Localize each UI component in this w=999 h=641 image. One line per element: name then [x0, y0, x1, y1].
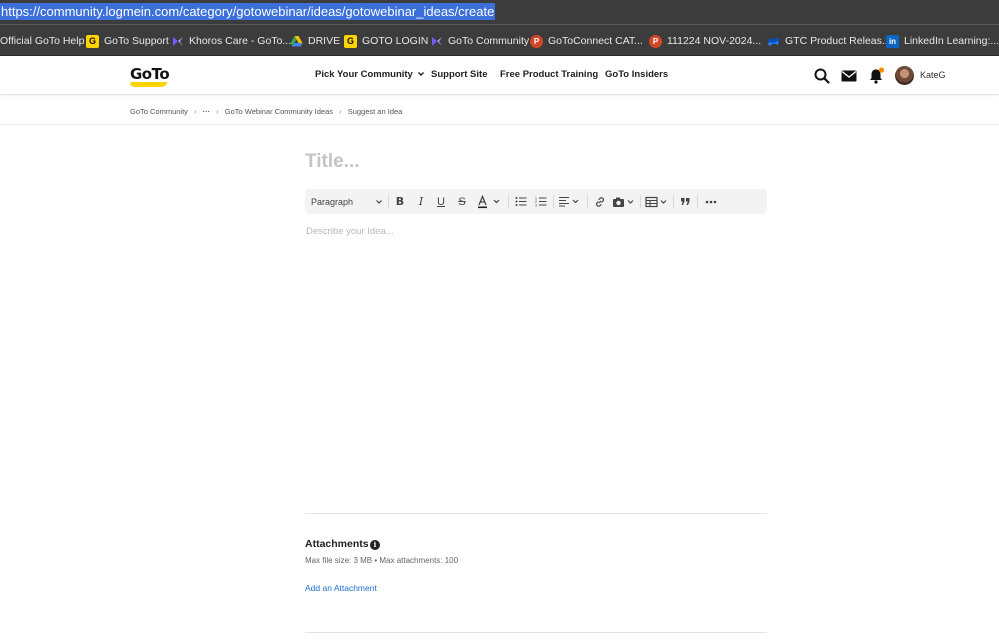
toolbar-separator: [673, 195, 674, 208]
underline-icon[interactable]: U: [434, 189, 448, 214]
bookmark-label: 111224 NOV-2024...: [667, 35, 762, 47]
goto-logo[interactable]: GoTo: [130, 65, 170, 83]
bookmark-khoros-care[interactable]: Khoros Care - GoTo...: [171, 32, 291, 50]
bookmark-drive[interactable]: DRIVE: [290, 32, 340, 50]
bookmark-gotoconnect-cat[interactable]: P GoToConnect CAT...: [530, 32, 643, 50]
bookmarks-bar: Official GoTo Help G GoTo Support Khoros…: [0, 25, 999, 56]
address-bar[interactable]: https://community.logmein.com/category/g…: [0, 0, 999, 25]
toolbar-separator: [697, 195, 698, 208]
bookmark-label: LinkedIn Learning:...: [904, 35, 999, 47]
svg-text:3: 3: [535, 204, 537, 208]
editor-bottom-divider: [305, 513, 767, 514]
site-header: GoTo Pick Your Community Support Site Fr…: [0, 56, 999, 95]
attachments-limits: Max file size: 3 MB • Max attachments: 1…: [305, 556, 459, 565]
bookmark-goto-support[interactable]: G GoTo Support: [86, 32, 169, 50]
url-text[interactable]: https://community.logmein.com/category/g…: [0, 3, 496, 20]
italic-icon[interactable]: I: [414, 189, 428, 214]
toolbar-separator: [587, 195, 588, 208]
bookmark-111224-nov[interactable]: P 111224 NOV-2024...: [649, 32, 761, 50]
nav-support-site[interactable]: Support Site: [431, 69, 487, 80]
text-color-icon[interactable]: [475, 189, 503, 214]
toolbar-separator: [508, 195, 509, 208]
more-options-icon[interactable]: [703, 189, 718, 214]
bookmark-label: GTC Product Releas...: [785, 35, 891, 47]
linkedin-icon: in: [886, 34, 899, 48]
bookmark-label: Official GoTo Help: [0, 35, 85, 47]
mail-icon[interactable]: [840, 67, 858, 85]
quote-icon[interactable]: [678, 189, 692, 214]
insert-image-icon[interactable]: [611, 189, 637, 214]
breadcrumb-more[interactable]: ···: [203, 107, 211, 116]
bookmark-label: GoTo Support: [104, 35, 169, 47]
powerpoint-icon: P: [649, 34, 662, 48]
chevron-right-icon: ›: [339, 106, 342, 116]
bookmark-official-goto-help[interactable]: Official GoTo Help: [0, 32, 84, 50]
bookmark-label: GoToConnect CAT...: [548, 35, 643, 47]
paragraph-style-label: Paragraph: [311, 196, 354, 207]
breadcrumb: GoTo Community › ··· › GoTo Webinar Comm…: [130, 105, 402, 117]
align-icon[interactable]: [557, 189, 583, 214]
bookmark-gtc-product-releases[interactable]: GTC Product Releas...: [767, 32, 891, 50]
paragraph-style-select[interactable]: Paragraph: [311, 189, 383, 214]
confluence-icon: [767, 35, 780, 48]
add-attachment-link[interactable]: Add an Attachment: [305, 583, 377, 593]
strikethrough-icon[interactable]: S: [455, 189, 469, 214]
bookmark-linkedin-learning[interactable]: in LinkedIn Learning:...: [886, 32, 999, 50]
nav-pick-your-community[interactable]: Pick Your Community: [315, 69, 425, 80]
khoros-icon: [171, 35, 184, 48]
idea-body-editor[interactable]: Describe your Idea...: [306, 226, 394, 237]
toolbar-separator: [640, 195, 641, 208]
goto-g-icon: G: [344, 34, 357, 48]
info-icon[interactable]: i: [370, 540, 380, 550]
chevron-down-icon: [418, 72, 425, 76]
chevron-down-icon: [376, 199, 382, 204]
breadcrumb-goto-community[interactable]: GoTo Community: [130, 107, 188, 116]
attachments-bottom-divider: [305, 632, 767, 633]
nav-free-product-training[interactable]: Free Product Training: [500, 69, 598, 80]
bookmark-label: DRIVE: [308, 35, 341, 47]
toolbar-separator: [553, 195, 554, 208]
breadcrumb-current: Suggest an Idea: [347, 106, 403, 116]
bookmark-goto-login[interactable]: G GOTO LOGIN: [344, 32, 428, 50]
numbered-list-icon[interactable]: 123: [533, 189, 548, 214]
attachments-heading: Attachments: [305, 538, 369, 550]
nav-goto-insiders[interactable]: GoTo Insiders: [605, 69, 668, 80]
notification-bell-icon[interactable]: [867, 67, 885, 85]
bullet-list-icon[interactable]: [513, 189, 528, 214]
goto-logo-swoosh: [129, 82, 168, 87]
search-icon[interactable]: [813, 67, 831, 85]
title-input[interactable]: Title...: [305, 151, 360, 173]
breadcrumb-divider: [0, 124, 999, 125]
user-avatar[interactable]: [895, 66, 914, 85]
nav-label: Pick Your Community: [315, 69, 413, 80]
bookmark-label: Khoros Care - GoTo...: [189, 35, 292, 47]
powerpoint-icon: P: [530, 34, 543, 48]
breadcrumb-gotowebinar-ideas[interactable]: GoTo Webinar Community Ideas: [225, 107, 333, 116]
link-icon[interactable]: [592, 189, 607, 214]
bookmark-label: GoTo Community: [448, 35, 530, 47]
username[interactable]: KateG: [920, 70, 946, 80]
editor-toolbar: Paragraph B I U S 123: [305, 189, 767, 214]
toolbar-separator: [388, 195, 389, 208]
khoros-icon: [430, 35, 443, 48]
bold-icon[interactable]: B: [393, 189, 407, 214]
bookmark-goto-community[interactable]: GoTo Community: [430, 32, 529, 50]
chevron-right-icon: ›: [216, 106, 219, 116]
google-drive-icon: [290, 35, 303, 48]
chevron-right-icon: ›: [193, 106, 197, 116]
insert-table-icon[interactable]: [644, 189, 670, 214]
bookmark-label: GOTO LOGIN: [362, 35, 429, 47]
goto-g-icon: G: [86, 34, 99, 48]
